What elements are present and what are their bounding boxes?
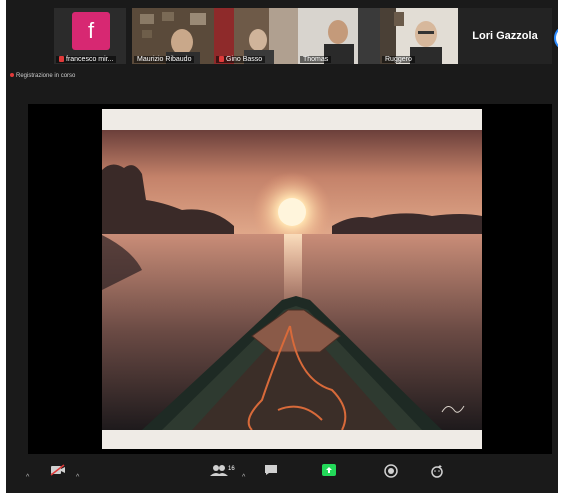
reactions-button[interactable] [430, 464, 444, 480]
participant-tile-maurizio[interactable]: Maurizio Ribaudo [132, 8, 214, 64]
chat-icon [265, 465, 277, 475]
record-button[interactable] [384, 464, 398, 480]
participant-name: Lori Gazzola [472, 30, 538, 42]
mic-muted-icon [219, 56, 224, 62]
shared-screen [28, 104, 552, 454]
participant-name: Maurizio Ribaudo [134, 56, 195, 63]
video-options-caret-icon[interactable]: ^ [76, 474, 79, 481]
participants-button[interactable] [210, 464, 228, 478]
record-icon [384, 464, 398, 478]
share-screen-icon [322, 464, 336, 476]
meeting-toolbar: ^ ^ 16 ^ [6, 460, 558, 493]
participants-icon [210, 465, 228, 476]
record-dot-icon [10, 73, 14, 77]
participant-tile-gino[interactable]: Gino Basso [214, 8, 298, 64]
participant-name: Ruggero [382, 56, 415, 63]
participant-tile-thomas[interactable]: Thomas [298, 8, 380, 64]
stop-video-button[interactable] [50, 464, 66, 478]
participant-name: Thomas [300, 56, 332, 63]
share-screen-button[interactable] [322, 464, 336, 478]
participant-tile-ruggero[interactable]: Ruggero [380, 8, 460, 64]
presentation-slide [102, 109, 482, 449]
recording-indicator: Registrazione in corso [10, 73, 75, 79]
photo-image [102, 130, 482, 430]
chat-button[interactable] [264, 464, 278, 478]
avatar: f [72, 12, 110, 50]
sunset-boat-photo [102, 130, 482, 430]
participant-tile-lori[interactable]: Lori Gazzola [458, 8, 552, 64]
participant-tile-francesco[interactable]: f francesco mir... [54, 8, 126, 64]
participants-count: 16 [228, 466, 235, 472]
participants-caret-icon[interactable]: ^ [242, 474, 245, 481]
zoom-meeting-window: f francesco mir... Maurizio Ribaudo Gino… [6, 0, 558, 493]
participant-name: francesco mir... [56, 56, 117, 63]
audio-options-caret-icon[interactable]: ^ [26, 474, 29, 481]
mic-muted-icon [59, 56, 64, 62]
video-off-icon [50, 464, 65, 476]
reactions-icon [431, 465, 443, 478]
participant-strip: f francesco mir... Maurizio Ribaudo Gino… [6, 0, 558, 70]
participant-name: Gino Basso [216, 56, 266, 63]
